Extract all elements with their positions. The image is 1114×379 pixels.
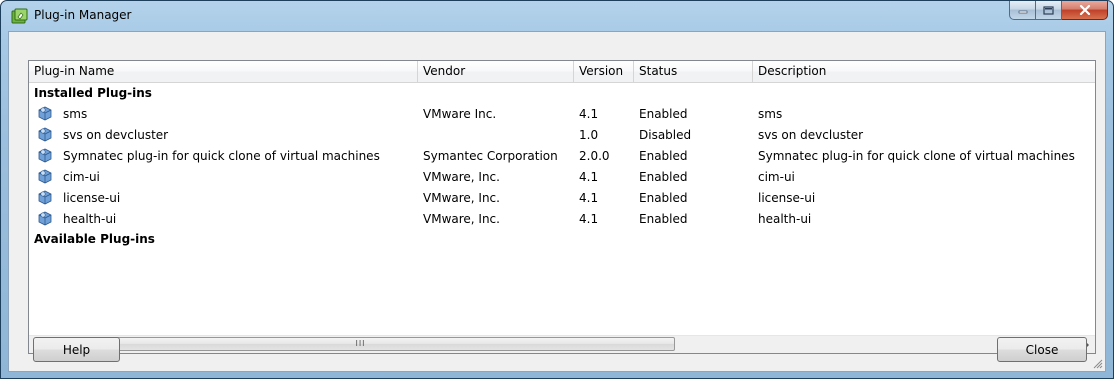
plugin-version: 4.1 — [579, 106, 599, 121]
plugin-name-cell: Symnatec plug-in for quick clone of virt… — [29, 148, 418, 164]
plugin-vendor: VMware, Inc. — [423, 211, 500, 226]
scrollbar-thumb[interactable]: III — [46, 337, 675, 351]
plugin-row[interactable]: Symnatec plug-in for quick clone of virt… — [29, 145, 1095, 166]
plugin-icon — [38, 127, 52, 141]
plugin-row[interactable]: sms VMware Inc. 4.1 Enabled sms — [29, 103, 1095, 124]
group-available-plugins[interactable]: Available Plug-ins — [29, 229, 1095, 249]
maximize-icon — [1043, 5, 1054, 15]
plugin-row[interactable]: cim-ui VMware, Inc. 4.1 Enabled cim-ui — [29, 166, 1095, 187]
plugin-status: Enabled — [639, 148, 688, 163]
plug-in-manager-icon — [11, 8, 28, 24]
plugin-vendor: VMware Inc. — [423, 106, 497, 121]
plugin-description: health-ui — [758, 211, 812, 226]
column-header-status[interactable]: Status — [634, 61, 753, 82]
plugin-name: sms — [63, 106, 88, 121]
plugin-status: Enabled — [639, 211, 688, 226]
title-bar[interactable]: Plug-in Manager — [1, 1, 1113, 31]
plugin-name-cell: svs on devcluster — [29, 127, 418, 143]
plugin-version: 1.0 — [579, 127, 599, 142]
window-title: Plug-in Manager — [34, 8, 132, 22]
plugin-description: Symnatec plug-in for quick clone of virt… — [758, 148, 1075, 163]
column-header-description[interactable]: Description — [753, 61, 1095, 82]
plugin-version: 4.1 — [579, 190, 599, 205]
horizontal-scrollbar[interactable]: III — [29, 335, 1095, 353]
plugin-name: cim-ui — [63, 169, 100, 184]
plugin-version: 4.1 — [579, 211, 599, 226]
plugin-icon — [38, 211, 52, 225]
close-button[interactable]: Close — [997, 337, 1087, 362]
plugin-list[interactable]: Plug-in Name Vendor Version Status Descr… — [28, 60, 1096, 354]
maximize-button[interactable] — [1036, 1, 1062, 20]
plugin-row[interactable]: license-ui VMware, Inc. 4.1 Enabled license-… — [29, 187, 1095, 208]
plugin-vendor: VMware, Inc. — [423, 169, 500, 184]
list-rows: Installed Plug-ins sms VMware Inc. 4.1 Enab… — [29, 83, 1095, 249]
column-header-vendor[interactable]: Vendor — [418, 61, 574, 82]
plugin-manager-window: Plug-in Manager Plug-in Name Vendor Vers… — [0, 0, 1114, 379]
plugin-name-cell: cim-ui — [29, 169, 418, 185]
plugin-description: sms — [758, 106, 783, 121]
close-icon — [1079, 5, 1090, 15]
list-header: Plug-in Name Vendor Version Status Descr… — [29, 61, 1095, 83]
plugin-description: license-ui — [758, 190, 816, 205]
plugin-vendor: VMware, Inc. — [423, 190, 500, 205]
plugin-status: Enabled — [639, 190, 688, 205]
plugin-icon — [38, 169, 52, 183]
minimize-button[interactable] — [1009, 1, 1036, 20]
plugin-name-cell: health-ui — [29, 211, 418, 227]
scrollbar-grip: III — [355, 339, 366, 348]
plugin-name: health-ui — [63, 211, 117, 226]
column-header-version[interactable]: Version — [574, 61, 634, 82]
plugin-description: cim-ui — [758, 169, 795, 184]
plugin-row[interactable]: svs on devcluster 1.0 Disabled svs on devcl… — [29, 124, 1095, 145]
caption-buttons — [1009, 1, 1108, 21]
help-button[interactable]: Help — [33, 337, 120, 362]
plugin-description: svs on devcluster — [758, 127, 864, 142]
plugin-vendor: Symantec Corporation — [423, 148, 558, 163]
resize-grip-icon[interactable] — [1092, 358, 1103, 369]
column-header-name[interactable]: Plug-in Name — [29, 61, 418, 82]
minimize-icon — [1018, 10, 1027, 14]
plugin-status: Enabled — [639, 106, 688, 121]
close-window-button[interactable] — [1062, 1, 1108, 20]
plugin-name: license-ui — [63, 190, 121, 205]
plugin-status: Enabled — [639, 169, 688, 184]
plugin-row[interactable]: health-ui VMware, Inc. 4.1 Enabled health-ui — [29, 208, 1095, 229]
plugin-icon — [38, 106, 52, 120]
plugin-icon — [38, 190, 52, 204]
group-installed-plugins[interactable]: Installed Plug-ins — [29, 83, 1095, 103]
dialog-client-area: Plug-in Name Vendor Version Status Descr… — [8, 31, 1106, 372]
installed-plugin-rows: sms VMware Inc. 4.1 Enabled sms svs on devclu… — [29, 103, 1095, 229]
plugin-name: Symnatec plug-in for quick clone of virt… — [63, 148, 380, 163]
plugin-icon — [38, 148, 52, 162]
plugin-name: svs on devcluster — [63, 127, 169, 142]
plugin-version: 4.1 — [579, 169, 599, 184]
plugin-name-cell: sms — [29, 106, 418, 122]
plugin-version: 2.0.0 — [579, 148, 610, 163]
plugin-status: Disabled — [639, 127, 692, 142]
plugin-name-cell: license-ui — [29, 190, 418, 206]
